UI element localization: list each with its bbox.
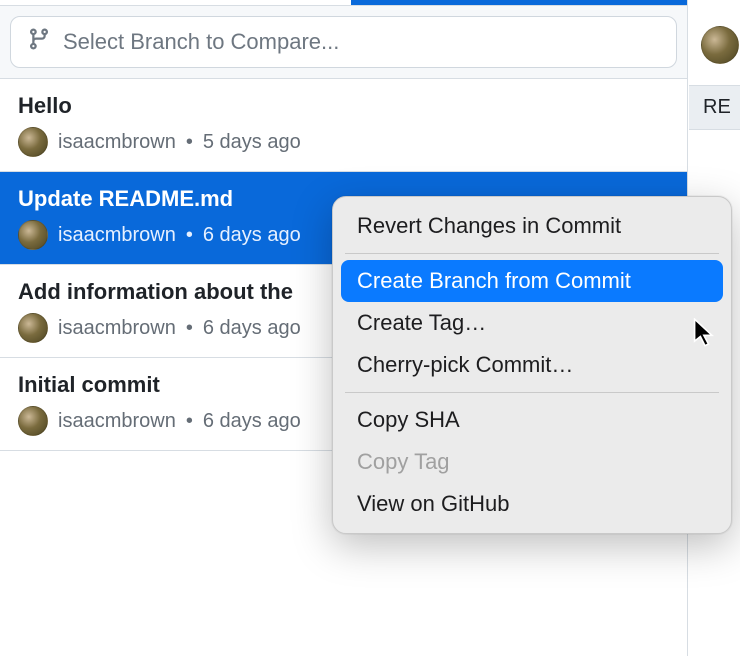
context-menu-item[interactable]: Create Branch from Commit	[341, 260, 723, 302]
commit-context-menu: Revert Changes in Commit Create Branch fr…	[332, 196, 732, 534]
commit-author: isaacmbrown	[58, 131, 176, 154]
commit-author: isaacmbrown	[58, 410, 176, 433]
commit-time: 5 days ago	[203, 131, 301, 154]
context-menu-item[interactable]: Create Tag…	[341, 302, 723, 344]
context-menu-item: Copy Tag	[341, 441, 723, 483]
context-menu-item[interactable]: View on GitHub	[341, 483, 723, 525]
commit-time: 6 days ago	[203, 224, 301, 247]
separator-dot: •	[186, 131, 193, 154]
file-tab-label: RE	[703, 96, 731, 118]
separator-dot: •	[186, 224, 193, 247]
avatar	[18, 127, 48, 157]
context-menu-item[interactable]: Copy SHA	[341, 399, 723, 441]
avatar	[18, 313, 48, 343]
commit-meta: isaacmbrown • 5 days ago	[18, 127, 669, 157]
commit-time: 6 days ago	[203, 410, 301, 433]
commit-time: 6 days ago	[203, 317, 301, 340]
commit-title: Hello	[18, 93, 669, 119]
context-menu-item[interactable]: Revert Changes in Commit	[341, 205, 723, 247]
separator-dot: •	[186, 317, 193, 340]
top-tab-strip	[0, 0, 687, 6]
menu-separator	[345, 253, 719, 254]
context-menu-item[interactable]: Cherry-pick Commit…	[341, 344, 723, 386]
avatar	[18, 406, 48, 436]
menu-separator	[345, 392, 719, 393]
branch-select-section: Select Branch to Compare...	[0, 6, 687, 79]
branch-compare-placeholder: Select Branch to Compare...	[63, 29, 339, 55]
commit-author: isaacmbrown	[58, 224, 176, 247]
file-tab[interactable]: RE	[689, 85, 740, 130]
commit-author: isaacmbrown	[58, 317, 176, 340]
branch-compare-selector[interactable]: Select Branch to Compare...	[10, 16, 677, 68]
avatar	[18, 220, 48, 250]
avatar	[701, 26, 739, 64]
active-tab-indicator	[351, 0, 687, 5]
separator-dot: •	[186, 410, 193, 433]
git-branch-icon	[27, 27, 51, 57]
commit-item[interactable]: Hello isaacmbrown • 5 days ago	[0, 79, 687, 172]
